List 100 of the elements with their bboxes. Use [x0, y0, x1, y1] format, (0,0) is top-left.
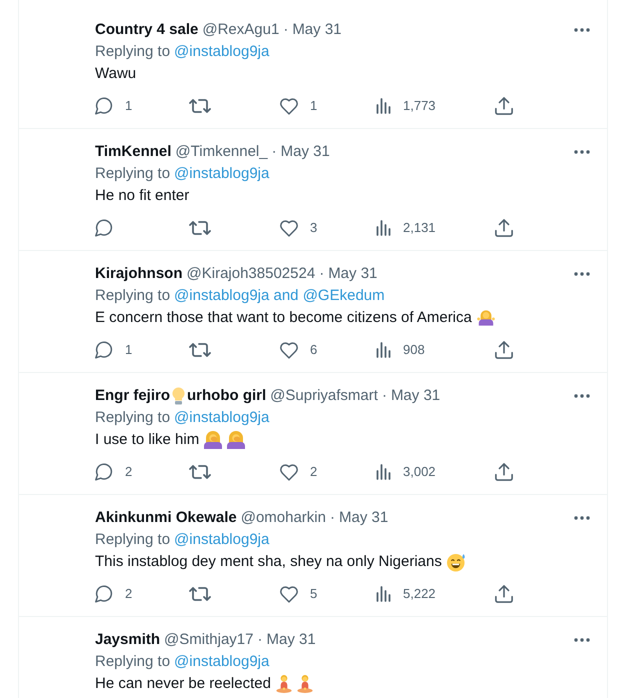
separator: ·: [319, 264, 324, 284]
user-handle[interactable]: @RexAgu1: [202, 19, 280, 41]
retweet-icon: [189, 343, 211, 357]
heart-icon: [280, 220, 298, 236]
replying-to-label: Replying to: [95, 42, 170, 62]
user-handle[interactable]: @Smithjay17: [164, 629, 254, 651]
bar-chart-icon: [376, 220, 391, 236]
reply-button[interactable]: 2: [95, 584, 132, 604]
retweet-button[interactable]: [189, 584, 211, 604]
bar-chart-icon: [376, 464, 391, 480]
retweet-button[interactable]: [189, 218, 211, 238]
bar-chart-icon: [376, 98, 391, 114]
views-button[interactable]: 2,131: [376, 218, 436, 238]
user-handle[interactable]: @omoharkin: [240, 507, 326, 529]
replying-to-label: Replying to: [95, 652, 170, 672]
share-icon: [495, 97, 513, 115]
more-icon: [574, 272, 590, 276]
display-name[interactable]: Country 4 sale: [95, 19, 198, 41]
tweet-date[interactable]: May 31: [338, 507, 388, 529]
like-button[interactable]: 2: [280, 462, 318, 482]
more-icon: [574, 516, 590, 520]
heart-icon: [280, 342, 298, 358]
speech-bubble-icon: [95, 585, 113, 603]
facepalm-person-icon: [204, 431, 222, 449]
reply-button[interactable]: 1: [95, 340, 132, 360]
shrugging-person-icon: [476, 309, 495, 327]
tweet-date[interactable]: May 31: [328, 263, 378, 285]
separator: ·: [257, 630, 262, 650]
speech-bubble-icon: [95, 463, 113, 481]
mention-link[interactable]: @instablog9ja and @GEkedum: [174, 285, 385, 307]
retweet-button[interactable]: [189, 96, 211, 116]
tweet-text: Wawu: [95, 64, 136, 84]
speech-bubble-icon: [95, 97, 113, 115]
user-handle[interactable]: @Supriyafsmart: [270, 385, 378, 407]
tweet-date[interactable]: May 31: [390, 385, 440, 407]
tweet-date[interactable]: May 31: [266, 629, 316, 651]
tweet-date[interactable]: May 31: [292, 19, 342, 41]
retweet-icon: [189, 465, 211, 479]
views-button[interactable]: 1,773: [376, 96, 436, 116]
views-button[interactable]: 908: [376, 340, 425, 360]
speech-bubble-icon: [95, 341, 113, 359]
retweet-button[interactable]: [189, 462, 211, 482]
more-icon: [574, 28, 590, 32]
tweet-text: E concern those that want to become citizens of America: [95, 308, 472, 328]
share-icon: [495, 341, 513, 359]
mention-link[interactable]: @instablog9ja: [174, 651, 270, 673]
like-button[interactable]: 5: [280, 584, 318, 604]
views-button[interactable]: 5,222: [376, 584, 436, 604]
sweat-smile-face-icon: [446, 552, 466, 572]
like-button[interactable]: 1: [280, 96, 318, 116]
display-name[interactable]: Engr fejiro: [95, 385, 170, 407]
retweet-icon: [189, 221, 211, 235]
facepalm-person-icon: [227, 431, 246, 449]
speech-bubble-icon: [95, 219, 113, 237]
replying-to-label: Replying to: [95, 286, 170, 306]
mention-link[interactable]: @instablog9ja: [174, 41, 270, 63]
mention-link[interactable]: @instablog9ja: [174, 163, 270, 185]
display-name[interactable]: TimKennel: [95, 141, 172, 163]
tweet-text: He can never be reelected: [95, 674, 271, 694]
views-button[interactable]: 3,002: [376, 462, 436, 482]
user-handle[interactable]: @Kirajoh38502524: [186, 263, 316, 285]
share-button[interactable]: [495, 340, 513, 360]
share-button[interactable]: [495, 96, 513, 116]
more-icon: [574, 638, 590, 642]
share-button[interactable]: [495, 462, 513, 482]
share-button[interactable]: [495, 218, 513, 238]
display-name[interactable]: urhobo girl: [187, 385, 266, 407]
separator: ·: [330, 508, 335, 528]
like-button[interactable]: 3: [280, 218, 318, 238]
reply-button[interactable]: [95, 218, 113, 238]
display-name[interactable]: Kirajohnson: [95, 263, 183, 285]
share-button[interactable]: [495, 584, 513, 604]
lotus-person-icon: [296, 675, 313, 693]
retweet-icon: [189, 587, 211, 601]
bar-chart-icon: [376, 586, 391, 602]
tweet-text: This instablog dey ment sha, shey na only Nigerians: [95, 552, 442, 572]
retweet-icon: [189, 99, 211, 113]
tweet-text: I use to like him: [95, 430, 200, 450]
replying-to-label: Replying to: [95, 530, 170, 550]
display-name[interactable]: Akinkunmi Okewale: [95, 507, 237, 529]
separator: ·: [283, 20, 288, 40]
replying-to-label: Replying to: [95, 164, 170, 184]
more-icon: [574, 394, 590, 398]
tweet-date[interactable]: May 31: [280, 141, 330, 163]
mention-link[interactable]: @instablog9ja: [174, 407, 270, 429]
share-icon: [495, 219, 513, 237]
more-icon: [574, 150, 590, 154]
separator: ·: [272, 142, 277, 162]
user-handle[interactable]: @Timkennel_: [175, 141, 268, 163]
reply-button[interactable]: 2: [95, 462, 132, 482]
lightbulb-icon: [172, 387, 186, 405]
retweet-button[interactable]: [189, 340, 211, 360]
share-icon: [495, 585, 513, 603]
display-name[interactable]: Jaysmith: [95, 629, 160, 651]
heart-icon: [280, 464, 298, 480]
bar-chart-icon: [376, 342, 391, 358]
reply-button[interactable]: 1: [95, 96, 132, 116]
mention-link[interactable]: @instablog9ja: [174, 529, 270, 551]
heart-icon: [280, 98, 298, 114]
like-button[interactable]: 6: [280, 340, 318, 360]
